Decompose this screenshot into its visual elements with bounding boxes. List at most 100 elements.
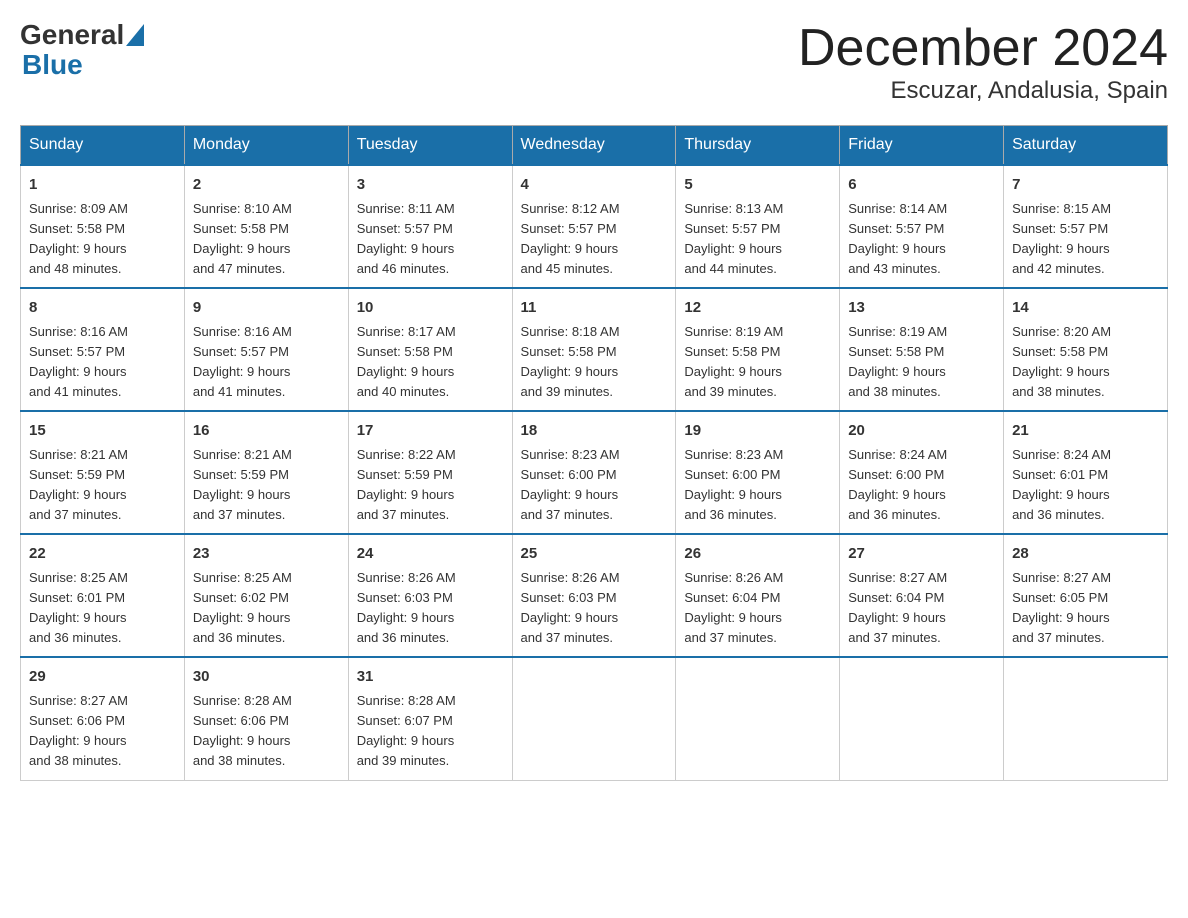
calendar-cell: 31Sunrise: 8:28 AMSunset: 6:07 PMDayligh…	[348, 657, 512, 780]
day-info: Sunrise: 8:13 AMSunset: 5:57 PMDaylight:…	[684, 199, 831, 280]
calendar-week-row: 29Sunrise: 8:27 AMSunset: 6:06 PMDayligh…	[21, 657, 1168, 780]
header-saturday: Saturday	[1004, 126, 1168, 166]
day-number: 15	[29, 420, 176, 443]
logo-general-text: General	[20, 20, 124, 51]
calendar-header-row: SundayMondayTuesdayWednesdayThursdayFrid…	[21, 126, 1168, 166]
day-info: Sunrise: 8:25 AMSunset: 6:02 PMDaylight:…	[193, 568, 340, 649]
header-tuesday: Tuesday	[348, 126, 512, 166]
day-number: 31	[357, 666, 504, 689]
calendar-cell	[840, 657, 1004, 780]
location-title: Escuzar, Andalusia, Spain	[798, 77, 1168, 105]
calendar-week-row: 22Sunrise: 8:25 AMSunset: 6:01 PMDayligh…	[21, 534, 1168, 657]
calendar-cell: 25Sunrise: 8:26 AMSunset: 6:03 PMDayligh…	[512, 534, 676, 657]
day-number: 28	[1012, 543, 1159, 566]
day-number: 13	[848, 297, 995, 320]
calendar-cell: 11Sunrise: 8:18 AMSunset: 5:58 PMDayligh…	[512, 288, 676, 411]
day-info: Sunrise: 8:21 AMSunset: 5:59 PMDaylight:…	[193, 445, 340, 526]
calendar-cell	[676, 657, 840, 780]
calendar-cell: 24Sunrise: 8:26 AMSunset: 6:03 PMDayligh…	[348, 534, 512, 657]
day-number: 18	[521, 420, 668, 443]
day-number: 11	[521, 297, 668, 320]
day-number: 5	[684, 174, 831, 197]
day-number: 12	[684, 297, 831, 320]
calendar-cell: 22Sunrise: 8:25 AMSunset: 6:01 PMDayligh…	[21, 534, 185, 657]
calendar-cell: 20Sunrise: 8:24 AMSunset: 6:00 PMDayligh…	[840, 411, 1004, 534]
logo: General Blue	[20, 20, 146, 81]
day-number: 8	[29, 297, 176, 320]
header: General Blue December 2024 Escuzar, Anda…	[20, 20, 1168, 105]
day-info: Sunrise: 8:17 AMSunset: 5:58 PMDaylight:…	[357, 322, 504, 403]
day-info: Sunrise: 8:26 AMSunset: 6:03 PMDaylight:…	[521, 568, 668, 649]
calendar-cell: 23Sunrise: 8:25 AMSunset: 6:02 PMDayligh…	[184, 534, 348, 657]
calendar-cell: 1Sunrise: 8:09 AMSunset: 5:58 PMDaylight…	[21, 165, 185, 288]
calendar-table: SundayMondayTuesdayWednesdayThursdayFrid…	[20, 125, 1168, 780]
logo-triangle-icon	[126, 24, 144, 46]
calendar-cell: 29Sunrise: 8:27 AMSunset: 6:06 PMDayligh…	[21, 657, 185, 780]
day-number: 17	[357, 420, 504, 443]
day-number: 23	[193, 543, 340, 566]
logo-blue-text: Blue	[22, 49, 83, 81]
calendar-cell: 9Sunrise: 8:16 AMSunset: 5:57 PMDaylight…	[184, 288, 348, 411]
day-info: Sunrise: 8:26 AMSunset: 6:04 PMDaylight:…	[684, 568, 831, 649]
day-number: 19	[684, 420, 831, 443]
day-info: Sunrise: 8:20 AMSunset: 5:58 PMDaylight:…	[1012, 322, 1159, 403]
calendar-cell: 15Sunrise: 8:21 AMSunset: 5:59 PMDayligh…	[21, 411, 185, 534]
day-info: Sunrise: 8:24 AMSunset: 6:00 PMDaylight:…	[848, 445, 995, 526]
month-title: December 2024	[798, 20, 1168, 77]
day-info: Sunrise: 8:15 AMSunset: 5:57 PMDaylight:…	[1012, 199, 1159, 280]
calendar-cell: 19Sunrise: 8:23 AMSunset: 6:00 PMDayligh…	[676, 411, 840, 534]
day-number: 3	[357, 174, 504, 197]
day-info: Sunrise: 8:24 AMSunset: 6:01 PMDaylight:…	[1012, 445, 1159, 526]
day-info: Sunrise: 8:12 AMSunset: 5:57 PMDaylight:…	[521, 199, 668, 280]
day-info: Sunrise: 8:27 AMSunset: 6:06 PMDaylight:…	[29, 691, 176, 772]
calendar-cell: 7Sunrise: 8:15 AMSunset: 5:57 PMDaylight…	[1004, 165, 1168, 288]
day-info: Sunrise: 8:18 AMSunset: 5:58 PMDaylight:…	[521, 322, 668, 403]
day-info: Sunrise: 8:10 AMSunset: 5:58 PMDaylight:…	[193, 199, 340, 280]
day-number: 16	[193, 420, 340, 443]
day-number: 6	[848, 174, 995, 197]
day-info: Sunrise: 8:23 AMSunset: 6:00 PMDaylight:…	[684, 445, 831, 526]
calendar-cell: 12Sunrise: 8:19 AMSunset: 5:58 PMDayligh…	[676, 288, 840, 411]
day-number: 9	[193, 297, 340, 320]
day-info: Sunrise: 8:21 AMSunset: 5:59 PMDaylight:…	[29, 445, 176, 526]
calendar-week-row: 1Sunrise: 8:09 AMSunset: 5:58 PMDaylight…	[21, 165, 1168, 288]
header-thursday: Thursday	[676, 126, 840, 166]
calendar-cell	[1004, 657, 1168, 780]
calendar-cell: 8Sunrise: 8:16 AMSunset: 5:57 PMDaylight…	[21, 288, 185, 411]
day-number: 25	[521, 543, 668, 566]
day-info: Sunrise: 8:09 AMSunset: 5:58 PMDaylight:…	[29, 199, 176, 280]
day-number: 4	[521, 174, 668, 197]
day-number: 7	[1012, 174, 1159, 197]
day-number: 2	[193, 174, 340, 197]
calendar-cell	[512, 657, 676, 780]
calendar-week-row: 8 Sunrise: 8:16 AMSunset: 5:57 PMDaylight…	[21, 288, 1168, 411]
calendar-week-row: 15Sunrise: 8:21 AMSunset: 5:59 PMDayligh…	[21, 411, 1168, 534]
header-wednesday: Wednesday	[512, 126, 676, 166]
day-info: Sunrise: 8:19 AMSunset: 5:58 PMDaylight:…	[848, 322, 995, 403]
day-number: 1	[29, 174, 176, 197]
calendar-cell: 13Sunrise: 8:19 AMSunset: 5:58 PMDayligh…	[840, 288, 1004, 411]
day-info: Sunrise: 8:16 AMSunset: 5:57 PMDaylight:…	[193, 322, 340, 403]
day-number: 22	[29, 543, 176, 566]
day-info: Sunrise: 8:19 AMSunset: 5:58 PMDaylight:…	[684, 322, 831, 403]
calendar-cell: 14Sunrise: 8:20 AMSunset: 5:58 PMDayligh…	[1004, 288, 1168, 411]
day-info: Sunrise: 8:22 AMSunset: 5:59 PMDaylight:…	[357, 445, 504, 526]
day-number: 10	[357, 297, 504, 320]
day-info: Sunrise: 8:23 AMSunset: 6:00 PMDaylight:…	[521, 445, 668, 526]
header-monday: Monday	[184, 126, 348, 166]
day-info: Sunrise: 8:27 AMSunset: 6:04 PMDaylight:…	[848, 568, 995, 649]
title-area: December 2024 Escuzar, Andalusia, Spain	[798, 20, 1168, 105]
calendar-cell: 3Sunrise: 8:11 AMSunset: 5:57 PMDaylight…	[348, 165, 512, 288]
day-info: Sunrise: 8:25 AMSunset: 6:01 PMDaylight:…	[29, 568, 176, 649]
calendar-cell: 21Sunrise: 8:24 AMSunset: 6:01 PMDayligh…	[1004, 411, 1168, 534]
day-number: 14	[1012, 297, 1159, 320]
day-number: 21	[1012, 420, 1159, 443]
calendar-cell: 5Sunrise: 8:13 AMSunset: 5:57 PMDaylight…	[676, 165, 840, 288]
calendar-cell: 4Sunrise: 8:12 AMSunset: 5:57 PMDaylight…	[512, 165, 676, 288]
header-friday: Friday	[840, 126, 1004, 166]
day-info: Sunrise: 8:28 AMSunset: 6:07 PMDaylight:…	[357, 691, 504, 772]
day-number: 26	[684, 543, 831, 566]
day-number: 27	[848, 543, 995, 566]
calendar-cell: 17Sunrise: 8:22 AMSunset: 5:59 PMDayligh…	[348, 411, 512, 534]
day-info: Sunrise: 8:28 AMSunset: 6:06 PMDaylight:…	[193, 691, 340, 772]
